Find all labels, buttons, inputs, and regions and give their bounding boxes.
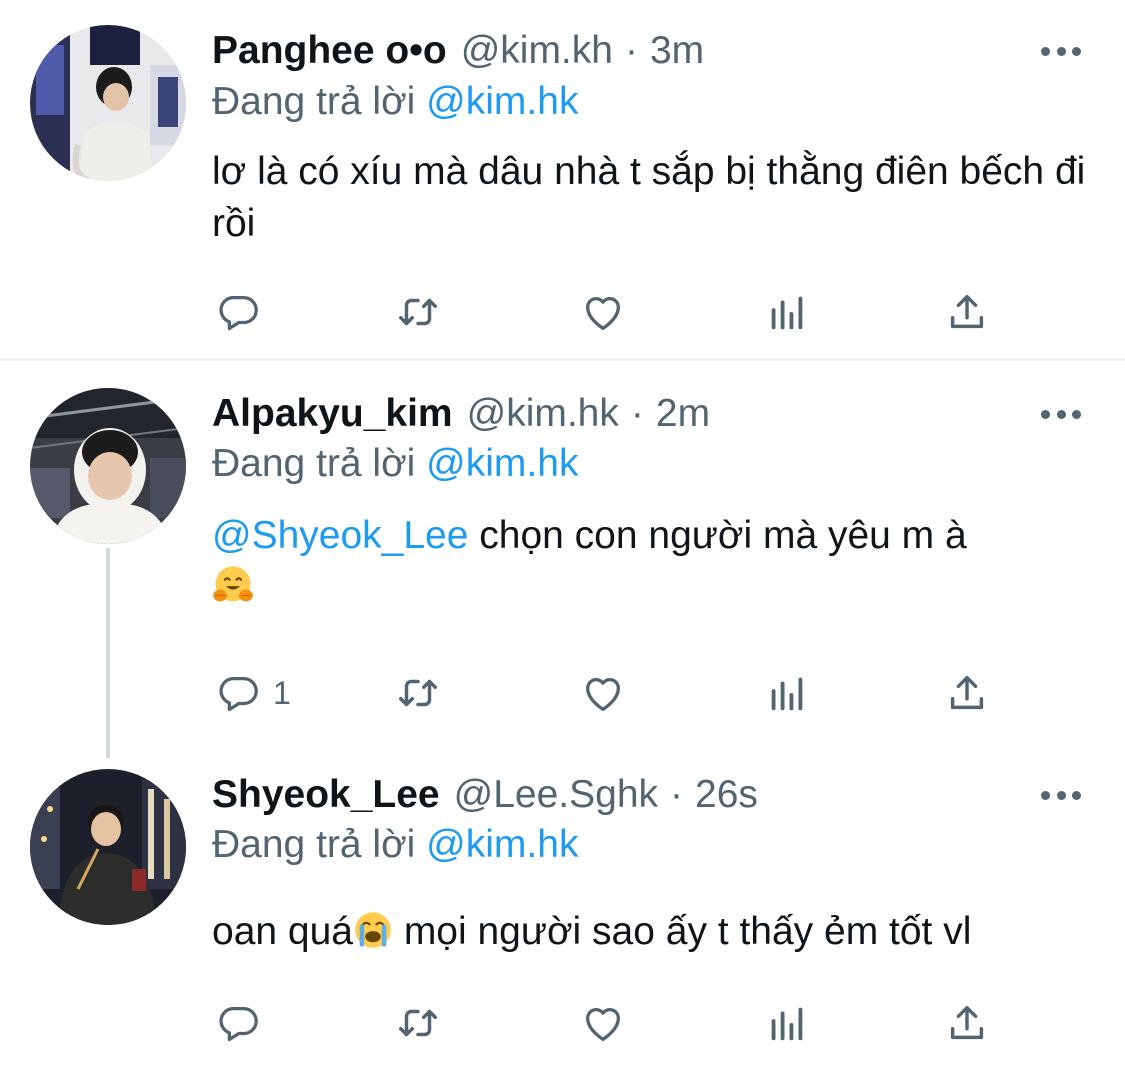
hugging-face-emoji [212,564,254,620]
reply-icon [219,1006,258,1042]
analytics-icon [771,296,803,330]
retweet-icon [399,679,437,707]
timestamp[interactable]: 26s [695,773,758,817]
like-button[interactable] [580,287,626,337]
thread-connector [106,548,110,758]
separator: · [624,29,638,72]
replying-to-mention[interactable]: @kim.hk [426,80,578,123]
tweet-header: Alpakyu_kim @kim.hk · 2m [212,389,710,439]
replying-to-mention[interactable]: @kim.hk [426,823,578,866]
more-icon[interactable] [1041,787,1081,803]
analytics-button[interactable] [764,998,810,1048]
reply-button[interactable] [215,998,273,1048]
retweet-icon [399,298,437,326]
share-icon [950,675,984,710]
display-name[interactable]: Alpakyu_kim [212,392,453,436]
user-handle[interactable]: @Lee.Sghk [454,773,658,817]
tweet-divider [0,358,1125,361]
action-bar [212,998,1012,1048]
analytics-icon [771,1007,803,1041]
tweet-text-content: chọn con người mà yêu m à [468,514,967,557]
retweet-icon [399,1009,437,1037]
avatar[interactable] [30,388,186,544]
loudly-crying-face-emoji [353,910,393,964]
tweet-header: Panghee o•o @kim.kh · 3m [212,26,704,76]
display-name[interactable]: Panghee o•o [212,29,447,73]
share-button[interactable] [944,998,990,1048]
replying-to-mention[interactable]: @kim.hk [426,442,578,485]
display-name[interactable]: Shyeok_Lee [212,773,440,817]
more-icon[interactable] [1041,43,1081,59]
reply-button[interactable] [215,287,273,337]
replying-to: Đang trả lời @kim.hk [212,80,578,124]
reply-icon [219,295,258,331]
reply-icon [219,676,258,712]
share-icon [950,294,984,329]
tweet-text-after: mọi người sao ấy t thấy ẻm tốt vl [392,910,972,953]
tweet-header: Shyeok_Lee @Lee.Sghk · 26s [212,770,758,820]
retweet-button[interactable] [395,668,441,718]
user-handle[interactable]: @kim.kh [461,29,613,73]
tweet-text: lơ là có xíu mà dâu nhà t sắp bị thằng đ… [212,150,1086,245]
timestamp[interactable]: 3m [650,29,704,73]
replying-to: Đang trả lời @kim.hk [212,442,578,486]
share-icon [950,1005,984,1040]
retweet-button[interactable] [395,287,441,337]
action-bar: 1 [212,668,1012,718]
tweet-text: oan quá mọi người sao ấy t thấy ẻm tốt v… [212,906,1092,964]
replying-to: Đang trả lời @kim.hk [212,823,578,867]
replying-to-label: Đang trả lời [212,80,427,123]
tweet-text: @Shyeok_Lee chọn con người mà yêu m à [212,510,1092,620]
separator: · [670,773,684,816]
like-icon [586,678,620,711]
replying-to-label: Đang trả lời [212,442,427,485]
like-button[interactable] [580,668,626,718]
user-handle[interactable]: @kim.hk [467,392,619,436]
tweet-text-before: oan quá [212,910,353,953]
analytics-icon [771,677,803,711]
share-button[interactable] [944,287,990,337]
retweet-button[interactable] [395,998,441,1048]
analytics-button[interactable] [764,668,810,718]
reply-count: 1 [273,674,291,711]
like-button[interactable] [580,998,626,1048]
action-bar [212,287,1012,337]
share-button[interactable] [944,668,990,718]
timestamp[interactable]: 2m [656,392,710,436]
user-mention[interactable]: @Shyeok_Lee [212,514,468,557]
more-icon[interactable] [1041,406,1081,422]
like-icon [586,1008,620,1041]
reply-button[interactable]: 1 [215,668,291,718]
like-icon [586,297,620,330]
analytics-button[interactable] [764,287,810,337]
replying-to-label: Đang trả lời [212,823,427,866]
avatar[interactable] [30,25,186,181]
separator: · [630,392,644,435]
avatar[interactable] [30,769,186,925]
